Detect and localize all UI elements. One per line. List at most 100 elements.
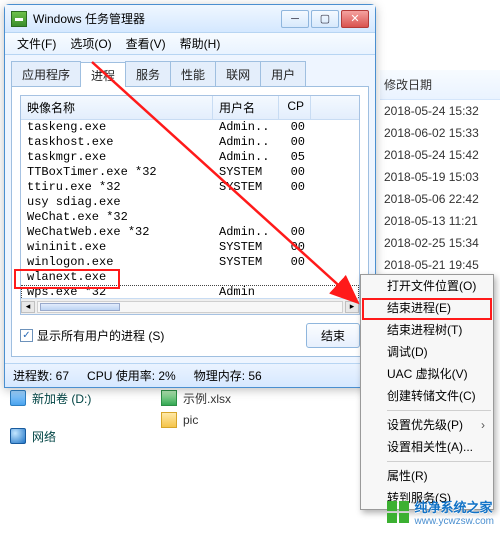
process-row[interactable]: ttiru.exe *32SYSTEM00 [21,180,359,195]
tab-性能[interactable]: 性能 [170,61,216,86]
process-cpu: 00 [279,180,311,195]
status-physical-mem: 物理内存: 56 [194,367,262,384]
explorer-moddate-cell[interactable]: 2018-05-13 11:21 [380,210,500,232]
process-image-name: taskhost.exe [21,135,213,150]
file-list-item[interactable]: pic [155,409,365,431]
explorer-moddate-cell[interactable]: 2018-02-25 15:34 [380,232,500,254]
scroll-thumb[interactable] [40,303,120,311]
xlsx-icon [161,390,177,406]
context-menu-item[interactable]: 调试(D) [361,341,493,363]
status-bar: 进程数: 67 CPU 使用率: 2% 物理内存: 56 [5,363,375,387]
menu-item[interactable]: 查看(V) [120,33,172,54]
file-name-label: pic [183,413,198,427]
context-menu-separator [387,461,491,462]
context-menu-item[interactable]: 属性(R) [361,465,493,487]
watermark-logo-icon [387,501,409,523]
column-header-moddate[interactable]: 修改日期 [380,70,500,100]
process-image-name: WeChat.exe *32 [21,210,213,225]
drive-icon [10,428,26,444]
tab-strip: 应用程序进程服务性能联网用户 [11,61,369,87]
show-all-users-checkbox[interactable]: 显示所有用户的进程 (S) [20,327,164,344]
context-menu-separator [387,410,491,411]
process-row[interactable]: TTBoxTimer.exe *32SYSTEM00 [21,165,359,180]
nav-tree-item[interactable]: 网络 [0,425,150,447]
tab-用户[interactable]: 用户 [260,61,306,86]
annotation-box-end-process [362,298,492,320]
process-image-name: winlogon.exe [21,255,213,270]
tab-进程[interactable]: 进程 [80,62,126,87]
process-cpu: 00 [279,240,311,255]
context-menu-item[interactable]: 创建转储文件(C) [361,385,493,407]
watermark-url: www.ycwzsw.com [415,516,494,527]
folder-icon [161,412,177,428]
status-process-count: 进程数: 67 [13,367,69,384]
explorer-moddate-cell[interactable]: 2018-05-19 15:03 [380,166,500,188]
menu-item[interactable]: 选项(O) [64,33,117,54]
file-name-label: 示例.xlsx [183,390,231,407]
process-row[interactable]: wininit.exeSYSTEM00 [21,240,359,255]
drive-icon [10,390,26,406]
menubar: 文件(F)选项(O)查看(V)帮助(H) [5,33,375,55]
process-row[interactable]: winlogon.exeSYSTEM00 [21,255,359,270]
menu-item[interactable]: 帮助(H) [174,33,227,54]
process-user-name: SYSTEM [213,255,279,270]
context-menu-item[interactable]: UAC 虚拟化(V) [361,363,493,385]
context-menu-item[interactable]: 设置优先级(P) [361,414,493,436]
explorer-moddate-cell[interactable]: 2018-05-21 19:45 [380,254,500,276]
process-image-name: TTBoxTimer.exe *32 [21,165,213,180]
annotation-box-wps [14,269,120,289]
process-image-name: taskmgr.exe [21,150,213,165]
taskmgr-icon [11,11,27,27]
close-button[interactable]: ✕ [341,10,369,28]
tab-服务[interactable]: 服务 [125,61,171,86]
process-cpu [279,195,311,210]
horizontal-scrollbar[interactable]: ◂ ▸ [21,298,359,314]
window-title: Windows 任务管理器 [33,10,281,27]
menu-item[interactable]: 文件(F) [11,33,62,54]
process-row[interactable]: usy sdiag.exe [21,195,359,210]
column-header-cpu[interactable]: CP [279,96,311,119]
tab-联网[interactable]: 联网 [215,61,261,86]
process-row[interactable]: WeChatWeb.exe *32Admin..00 [21,225,359,240]
nav-tree-item[interactable]: 新加卷 (D:) [0,387,150,409]
process-user-name: Admin.. [213,150,279,165]
process-cpu [279,270,311,285]
process-user-name: Admin.. [213,135,279,150]
process-user-name: Admin.. [213,120,279,135]
file-list-item[interactable]: 示例.xlsx [155,387,365,409]
scroll-track[interactable] [37,301,343,313]
titlebar[interactable]: Windows 任务管理器 ─ ▢ ✕ [5,5,375,33]
explorer-moddate-cell[interactable]: 2018-06-02 15:33 [380,122,500,144]
context-menu-item[interactable]: 设置相关性(A)... [361,436,493,458]
scroll-right-button[interactable]: ▸ [345,301,359,313]
process-row[interactable]: taskmgr.exeAdmin..05 [21,150,359,165]
explorer-moddate-cell[interactable]: 2018-05-24 15:32 [380,100,500,122]
process-user-name: SYSTEM [213,240,279,255]
tab-应用程序[interactable]: 应用程序 [11,61,81,86]
process-list-header[interactable]: 映像名称 用户名 CP [21,96,359,120]
process-user-name [213,270,279,285]
process-user-name: SYSTEM [213,180,279,195]
process-cpu [279,210,311,225]
context-menu-item[interactable]: 打开文件位置(O) [361,275,493,297]
context-menu-item[interactable]: 结束进程树(T) [361,319,493,341]
explorer-moddate-cell[interactable]: 2018-05-06 22:42 [380,188,500,210]
scroll-left-button[interactable]: ◂ [21,301,35,313]
process-image-name: usy sdiag.exe [21,195,213,210]
minimize-button[interactable]: ─ [281,10,309,28]
process-row[interactable]: taskhost.exeAdmin..00 [21,135,359,150]
process-image-name: ttiru.exe *32 [21,180,213,195]
column-header-user[interactable]: 用户名 [213,96,279,119]
end-process-button[interactable]: 结束 [306,323,360,348]
watermark-title: 纯净系统之家 [415,500,493,515]
explorer-moddate-cell[interactable]: 2018-05-24 15:42 [380,144,500,166]
task-manager-window: Windows 任务管理器 ─ ▢ ✕ 文件(F)选项(O)查看(V)帮助(H)… [4,4,376,388]
process-image-name: WeChatWeb.exe *32 [21,225,213,240]
process-row[interactable]: WeChat.exe *32 [21,210,359,225]
process-row[interactable]: taskeng.exeAdmin..00 [21,120,359,135]
maximize-button[interactable]: ▢ [311,10,339,28]
column-header-image[interactable]: 映像名称 [21,96,213,119]
show-all-users-label: 显示所有用户的进程 (S) [37,327,164,344]
processes-tab-panel: 映像名称 用户名 CP taskeng.exeAdmin..00taskhost… [11,87,369,357]
status-cpu-usage: CPU 使用率: 2% [87,367,176,384]
